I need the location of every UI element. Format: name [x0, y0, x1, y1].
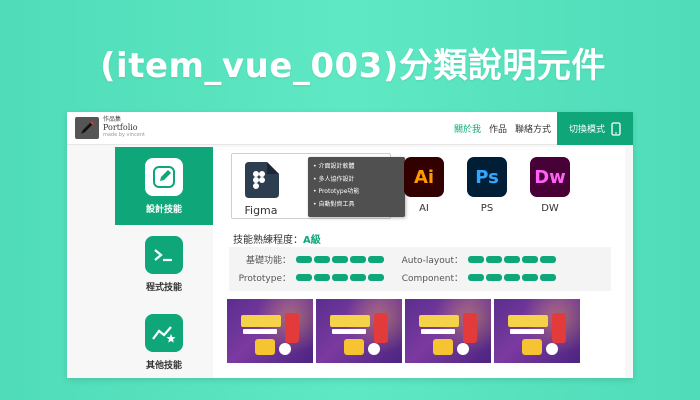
skill-pill: [486, 255, 502, 263]
skill-name: Auto-layout：: [401, 255, 463, 266]
logo-line3: made by vincent: [103, 132, 145, 138]
feature-item: 多人協作設計: [313, 174, 401, 187]
main-nav: 關於我 作品 聯絡方式: [454, 112, 551, 145]
sidebar-item-code[interactable]: 程式技能: [115, 225, 213, 303]
figma-label: Figma: [244, 204, 278, 217]
skill-pill: [350, 255, 366, 263]
skill-pill: [350, 273, 366, 281]
work-banner-image[interactable]: [405, 299, 491, 363]
skill-pill: [522, 273, 538, 281]
top-bar: 作品集 Portfolio made by vincent 關於我 作品 聯絡方…: [67, 112, 633, 145]
logo-badge[interactable]: [75, 117, 99, 139]
photoshop-icon: Ps: [467, 157, 507, 197]
nav-item-about[interactable]: 關於我: [454, 122, 481, 135]
skill-pill: [486, 273, 502, 281]
skill-pill: [368, 255, 384, 263]
figma-card[interactable]: Figma 介面設計軟體 多人協作設計 Prototype功能 自動對齊工具: [231, 153, 405, 219]
tool-label: PS: [480, 203, 494, 214]
skill-level-label: 技能熟練程度：: [233, 235, 303, 246]
tool-label: AI: [419, 203, 429, 214]
skill-bar: [296, 273, 384, 281]
switch-mode-label: 切換模式: [568, 125, 605, 135]
tool-ps[interactable]: Ps PS: [467, 157, 507, 214]
page-headline: (item_vue_003)分類說明元件: [100, 46, 606, 86]
work-banner-image[interactable]: [227, 299, 313, 363]
feature-item: 介面設計軟體: [313, 161, 401, 174]
skill-bar: [296, 255, 384, 263]
feature-item: Prototype功能: [313, 186, 401, 199]
skill-pill: [504, 273, 520, 281]
skill-name: 基礎功能：: [245, 255, 291, 266]
illustrator-icon: Ai: [404, 157, 444, 197]
work-banner-image[interactable]: [494, 299, 580, 363]
skill-pill: [540, 273, 556, 281]
skill-detail-panel: Figma 介面設計軟體 多人協作設計 Prototype功能 自動對齊工具 A…: [213, 147, 625, 378]
figma-file-icon: [241, 160, 281, 204]
chart-star-icon: [145, 313, 183, 352]
skill-bar: [468, 273, 556, 281]
switch-mode-button[interactable]: 切換模式: [557, 112, 633, 145]
nav-item-works[interactable]: 作品: [489, 122, 507, 135]
dreamweaver-icon: Dw: [530, 157, 570, 197]
tool-label: DW: [541, 203, 559, 214]
skill-name: Component：: [401, 273, 463, 284]
figma-feature-list: 介面設計軟體 多人協作設計 Prototype功能 自動對齊工具: [308, 157, 405, 217]
logo-text: 作品集 Portfolio made by vincent: [103, 117, 145, 138]
skill-pill: [332, 273, 348, 281]
nav-item-contact[interactable]: 聯絡方式: [515, 122, 551, 135]
phone-icon: [611, 121, 621, 136]
skill-bars: 基礎功能： Auto-layout： Prototype： Component：: [229, 247, 611, 291]
skill-pill: [522, 255, 538, 263]
sidebar-item-label: 程式技能: [145, 282, 182, 293]
skill-row: Auto-layout：: [391, 251, 556, 267]
skill-pill: [540, 255, 556, 263]
skill-row: 基礎功能：: [219, 251, 384, 267]
skill-level-value: A級: [303, 235, 321, 246]
terminal-icon: [145, 235, 183, 274]
skill-pill: [504, 255, 520, 263]
logo-line2: Portfolio: [103, 123, 138, 132]
skill-bar: [468, 255, 556, 263]
sidebar-item-label: 設計技能: [145, 204, 182, 215]
pencil-icon: [145, 157, 183, 196]
skill-sidebar: 設計技能 程式技能 其他技能: [115, 147, 213, 378]
skill-pill: [468, 255, 484, 263]
tool-ai[interactable]: Ai AI: [404, 157, 444, 214]
sidebar-item-label: 其他技能: [145, 360, 182, 371]
skill-pill: [468, 273, 484, 281]
skill-row: Prototype：: [219, 269, 384, 285]
skill-row: Component：: [391, 269, 556, 285]
skill-pill: [314, 273, 330, 281]
skill-pill: [296, 255, 312, 263]
skill-name: Prototype：: [238, 273, 291, 284]
skill-pill: [296, 273, 312, 281]
pen-logo-icon: [81, 121, 94, 134]
sidebar-item-other[interactable]: 其他技能: [115, 303, 213, 381]
work-banner-image[interactable]: [316, 299, 402, 363]
skill-pill: [332, 255, 348, 263]
skill-pill: [368, 273, 384, 281]
app-window: 作品集 Portfolio made by vincent 關於我 作品 聯絡方…: [67, 112, 633, 378]
feature-item: 自動對齊工具: [313, 199, 401, 212]
sidebar-item-design[interactable]: 設計技能: [115, 147, 213, 225]
skill-level: 技能熟練程度：A級: [233, 231, 321, 246]
skill-pill: [314, 255, 330, 263]
tool-dw[interactable]: Dw DW: [530, 157, 570, 214]
